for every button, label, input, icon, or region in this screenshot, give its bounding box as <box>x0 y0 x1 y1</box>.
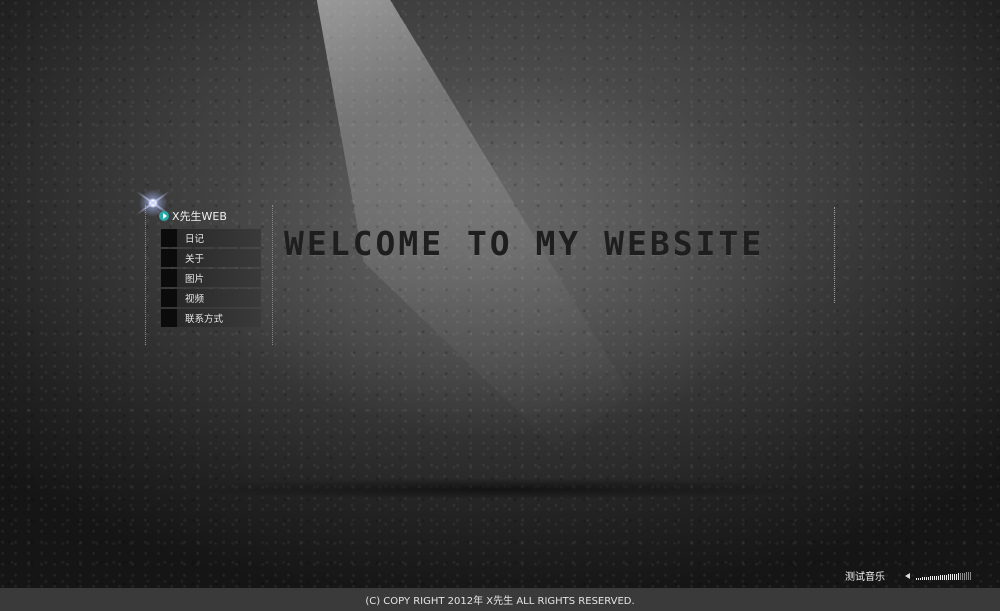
music-player: 测试音乐 <box>845 568 971 583</box>
volume-bar <box>944 574 945 580</box>
menu-item-about[interactable]: 关于 <box>161 249 261 267</box>
menu-item-label: 图片 <box>185 274 205 285</box>
menu-item-pictures[interactable]: 图片 <box>161 269 261 287</box>
menu-item-diary[interactable]: 日记 <box>161 229 261 247</box>
volume-bar <box>932 575 933 580</box>
volume-bar <box>942 574 943 580</box>
volume-bar <box>938 575 939 580</box>
volume-bar <box>956 573 957 580</box>
volume-bar <box>970 571 971 580</box>
menu-item-videos[interactable]: 视频 <box>161 289 261 307</box>
volume-bar <box>958 572 959 580</box>
volume-bar <box>920 577 921 580</box>
volume-bar <box>966 571 967 580</box>
volume-bar <box>954 573 955 580</box>
welcome-headline: WELCOME TO MY WEBSITE <box>284 224 765 263</box>
volume-bar <box>936 575 937 580</box>
volume-bar <box>964 572 965 580</box>
menu-item-marker <box>161 309 177 327</box>
volume-bar <box>930 575 931 580</box>
menu-item-label: 日记 <box>185 234 205 245</box>
menu-item-label: 关于 <box>185 254 205 265</box>
menu-item-marker <box>161 249 177 267</box>
brand-title: X先生WEB <box>172 210 227 223</box>
menu-item-marker <box>161 269 177 287</box>
footer: (C) COPY RIGHT 2012年 X先生 ALL RIGHTS RESE… <box>0 588 1000 611</box>
copyright-text: (C) COPY RIGHT 2012年 X先生 ALL RIGHTS RESE… <box>365 596 635 607</box>
main-menu: X先生WEB 日记 关于 图片 视频 联系方式 <box>133 183 273 345</box>
volume-bar <box>922 576 923 580</box>
volume-bar <box>918 577 919 580</box>
volume-bar <box>934 575 935 580</box>
menu-rail-left <box>145 205 146 345</box>
music-track-label[interactable]: 测试音乐 <box>845 568 885 583</box>
menu-item-label: 联系方式 <box>185 314 224 325</box>
volume-bar <box>960 572 961 580</box>
volume-bar <box>924 576 925 580</box>
welcome-frame-rail <box>834 207 835 303</box>
volume-bar <box>916 577 917 580</box>
site-brand[interactable]: X先生WEB <box>159 208 227 224</box>
volume-bar <box>952 573 953 580</box>
play-icon <box>159 211 169 221</box>
volume-bar <box>946 574 947 580</box>
speaker-icon[interactable] <box>905 572 910 579</box>
floor-shadow <box>170 478 830 500</box>
menu-item-marker <box>161 229 177 247</box>
menu-item-marker <box>161 289 177 307</box>
menu-item-label: 视频 <box>185 294 205 305</box>
volume-bar <box>968 571 969 580</box>
volume-bar <box>940 574 941 580</box>
volume-bar <box>950 573 951 580</box>
volume-bar <box>928 576 929 580</box>
volume-bar <box>926 576 927 580</box>
volume-slider[interactable] <box>916 571 971 580</box>
volume-bar <box>948 573 949 580</box>
volume-bar <box>962 572 963 580</box>
menu-items: 日记 关于 图片 视频 联系方式 <box>161 229 261 329</box>
menu-item-contact[interactable]: 联系方式 <box>161 309 261 327</box>
